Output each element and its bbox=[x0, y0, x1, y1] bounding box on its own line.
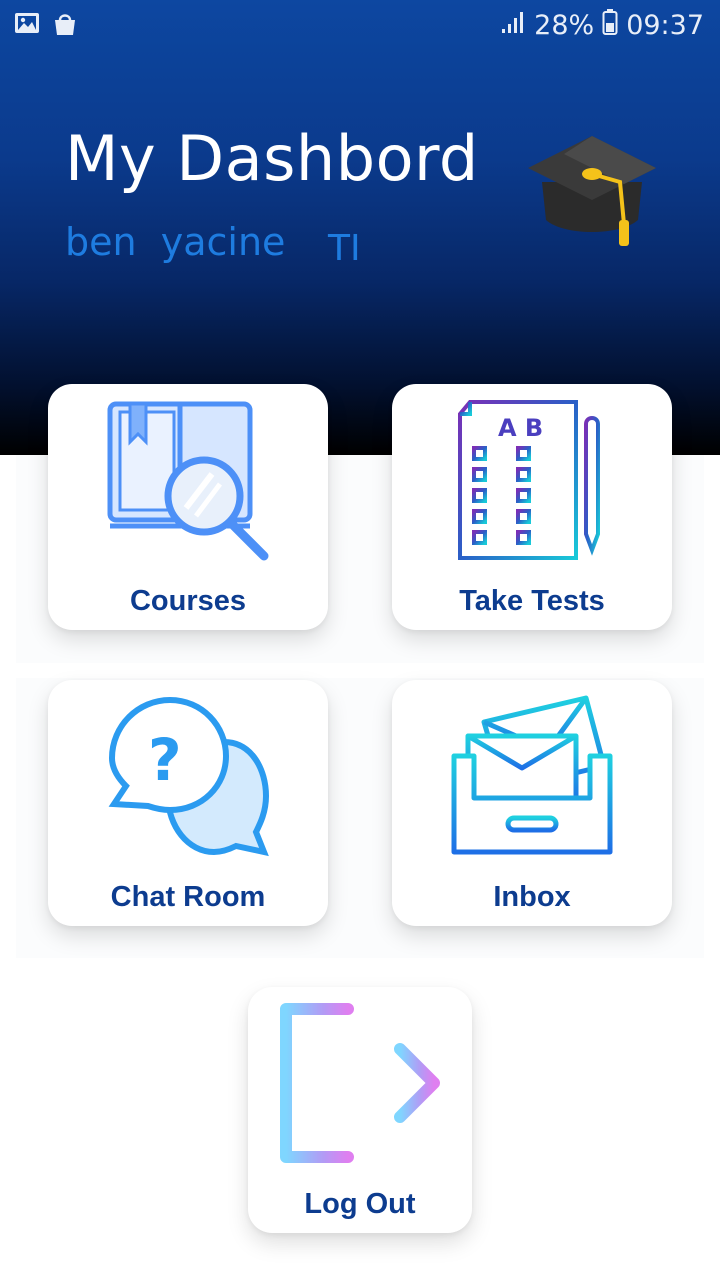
log-out-card[interactable]: Log Out bbox=[248, 987, 472, 1233]
book-search-icon bbox=[107, 401, 269, 561]
status-time: 09:37 bbox=[626, 10, 704, 41]
logout-arrow-icon bbox=[280, 1003, 440, 1163]
svg-text:A B: A B bbox=[498, 414, 543, 442]
chat-room-label: Chat Room bbox=[110, 881, 266, 913]
inbox-label: Inbox bbox=[493, 881, 571, 913]
take-tests-card[interactable]: A B Take Tests bbox=[392, 384, 672, 630]
image-icon bbox=[14, 11, 40, 41]
page-title: My Dashbord bbox=[65, 122, 479, 195]
chat-question-icon: ? bbox=[108, 696, 270, 857]
take-tests-label: Take Tests bbox=[459, 585, 605, 617]
test-sheet-icon: A B bbox=[458, 400, 600, 560]
status-bar: 28% 09:37 bbox=[0, 0, 720, 48]
user-class: TI bbox=[328, 228, 361, 269]
inbox-tray-icon bbox=[451, 695, 613, 855]
inbox-card[interactable]: Inbox bbox=[392, 680, 672, 926]
chat-room-card[interactable]: ? Chat Room bbox=[48, 680, 328, 926]
shopping-bag-icon bbox=[52, 11, 78, 41]
courses-label: Courses bbox=[129, 585, 247, 617]
battery-icon bbox=[602, 8, 618, 43]
signal-icon bbox=[500, 9, 526, 42]
svg-text:?: ? bbox=[148, 726, 182, 794]
courses-card[interactable]: Courses bbox=[48, 384, 328, 630]
battery-percent: 28% bbox=[534, 10, 595, 41]
user-name: ben yacine bbox=[65, 220, 286, 264]
log-out-label: Log Out bbox=[304, 1188, 416, 1220]
graduation-cap-icon bbox=[524, 132, 660, 252]
